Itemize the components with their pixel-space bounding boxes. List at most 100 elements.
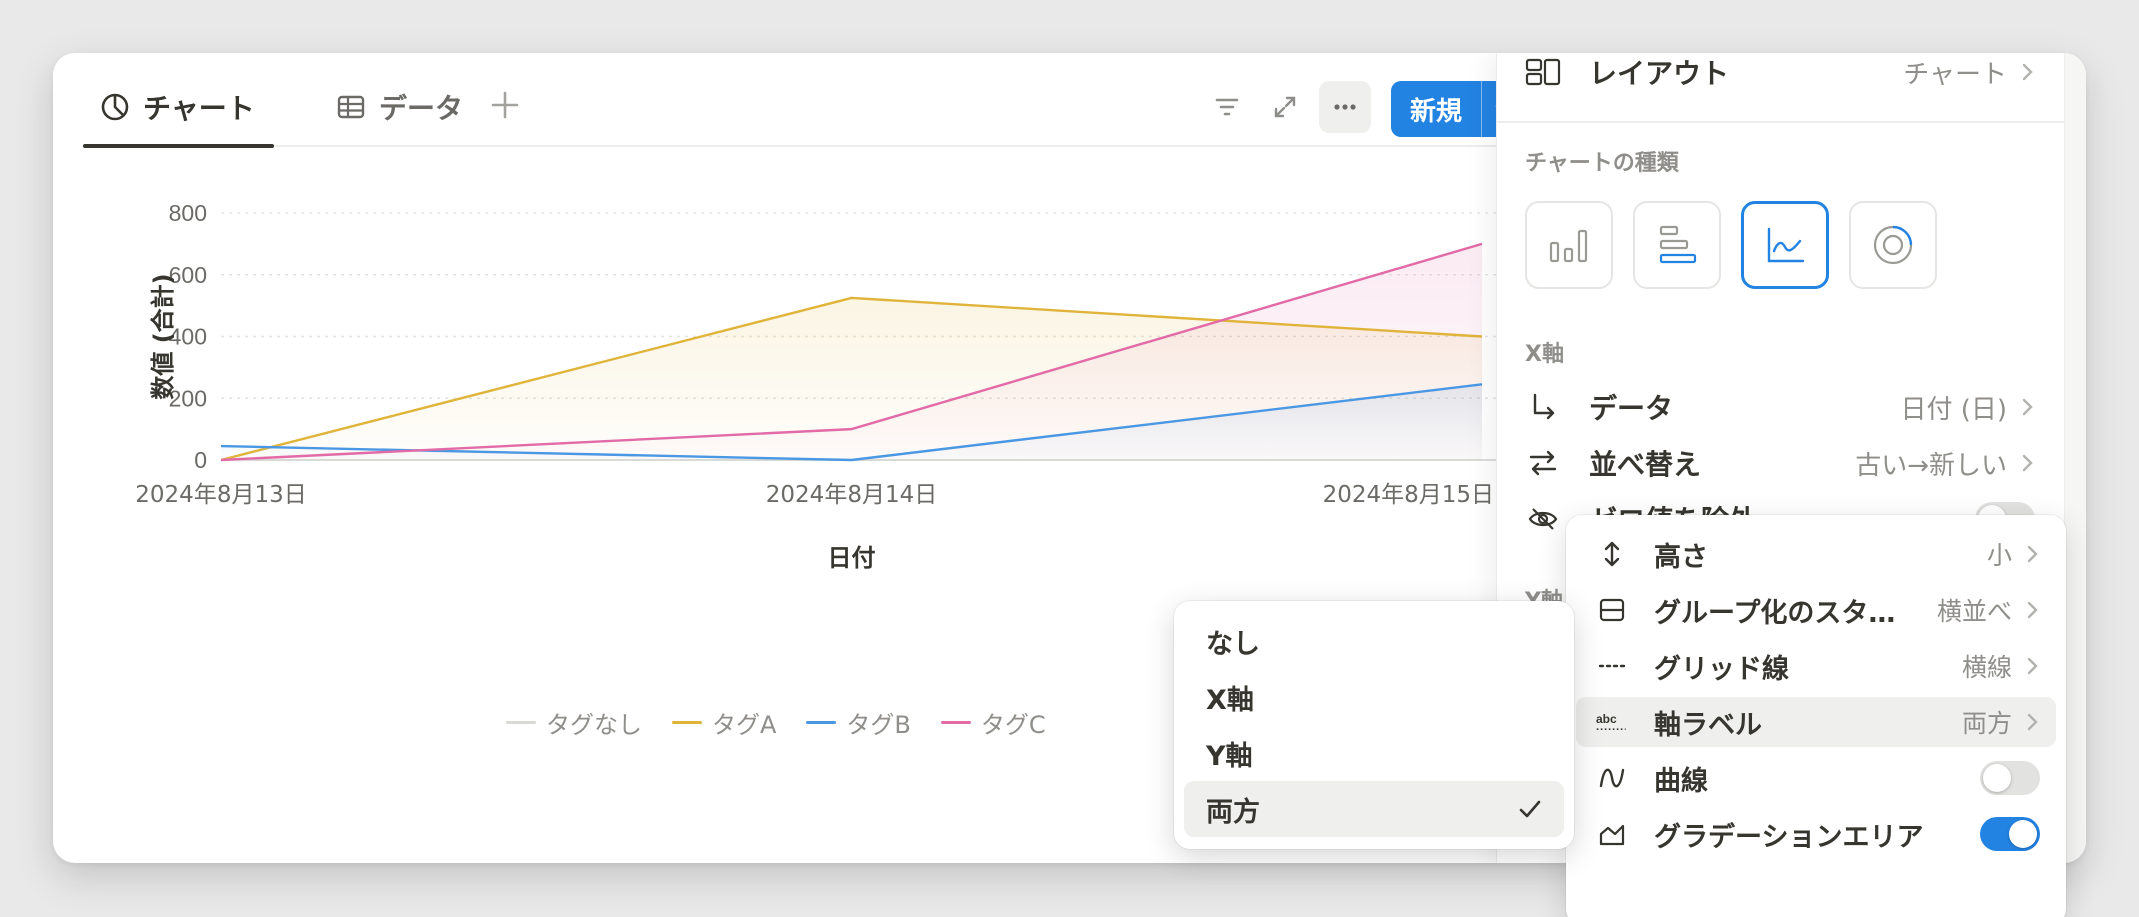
chevron-right-icon <box>2027 713 2038 731</box>
x-tick-label: 2024年8月13日 <box>135 482 306 508</box>
axis-label-none-text: なし <box>1206 628 1260 660</box>
tab-chart[interactable]: チャート <box>99 79 255 135</box>
legend-swatch <box>940 721 971 724</box>
sort-icon <box>1525 445 1561 481</box>
axis-label-y-option[interactable]: Y軸 <box>1184 725 1564 781</box>
legend-label: タグなし <box>546 711 642 739</box>
layout-label: レイアウト <box>1589 57 1730 90</box>
donut-chart-option[interactable] <box>1849 201 1937 289</box>
donut-chart-icon <box>1873 225 1913 265</box>
more-button[interactable] <box>1319 81 1371 133</box>
layout-row[interactable]: レイアウト チャート <box>1525 53 2035 97</box>
axis-label-x-option[interactable]: X軸 <box>1184 669 1564 725</box>
legend-item[interactable]: タグB <box>806 705 911 740</box>
curve-option-label: 曲線 <box>1654 765 1708 797</box>
axis-label-option-label: 軸ラベル <box>1654 709 1762 741</box>
legend-label: タグB <box>846 711 911 739</box>
group-style-option[interactable]: グループ化のスタ… 横並べ <box>1576 585 2056 635</box>
line-chart-icon <box>1767 227 1805 263</box>
legend-swatch <box>672 721 702 724</box>
vertical-bar-chart-option[interactable] <box>1525 201 1613 289</box>
y-tick-label: 800 <box>169 200 207 226</box>
tab-chart-label: チャート <box>143 92 255 125</box>
table-icon <box>337 95 365 119</box>
chevron-right-icon <box>2022 398 2033 416</box>
gradient-area-option[interactable]: グラデーションエリア <box>1576 809 2056 859</box>
height-option-value: 小 <box>1986 541 2012 570</box>
expand-button[interactable] <box>1259 81 1311 133</box>
curve-icon <box>1596 762 1628 794</box>
line-chart-option[interactable] <box>1741 201 1829 289</box>
axis-label-y-text: Y軸 <box>1206 740 1253 772</box>
chevron-right-icon <box>2027 545 2038 563</box>
chevron-right-icon <box>2022 454 2033 472</box>
chart-legend: タグなし タグA タグB タグC <box>506 705 1046 740</box>
height-option[interactable]: 高さ 小 <box>1576 529 2056 579</box>
height-option-label: 高さ <box>1654 541 1708 573</box>
legend-item[interactable]: タグC <box>940 705 1046 740</box>
curve-option[interactable]: 曲線 <box>1576 753 2056 803</box>
chevron-right-icon <box>2022 63 2033 81</box>
svg-text:abc: abc <box>1596 712 1617 726</box>
x-tick-label: 2024年8月15日 <box>1323 482 1494 508</box>
axis-label-both-option[interactable]: 両方 <box>1184 781 1564 837</box>
x-axis-sort-row[interactable]: 並べ替え 古い→新しい <box>1525 438 2035 488</box>
gradient-area-option-label: グラデーションエリア <box>1654 821 1924 853</box>
chevron-right-icon <box>2027 601 2038 619</box>
chart-options-menu: 高さ 小 グループ化のスタ… 横並べ グリッド線 横線 abc 軸ラベル 両方 … <box>1566 515 2066 917</box>
layout-icon <box>1525 54 1561 90</box>
chevron-right-icon <box>2027 657 2038 675</box>
y-axis-title: 数値 (合計) <box>149 273 177 399</box>
horizontal-bar-chart-icon <box>1659 225 1697 264</box>
filter-icon <box>1215 98 1239 116</box>
legend-label: タグA <box>712 711 777 739</box>
x-axis-title: 日付 <box>828 544 876 572</box>
y-tick-label: 0 <box>194 447 207 473</box>
axis-label-x-text: X軸 <box>1206 684 1254 716</box>
filter-button[interactable] <box>1201 81 1253 133</box>
x-axis-data-value: 日付 (日) <box>1900 394 2007 425</box>
x-axis-sort-label: 並べ替え <box>1589 448 1702 481</box>
plus-icon[interactable] <box>487 87 523 123</box>
panel-scrollbar[interactable] <box>2064 53 2086 863</box>
grid-lines-option-value: 横線 <box>1961 653 2012 682</box>
gradient-area-icon <box>1596 818 1628 850</box>
axis-label-icon: abc <box>1596 706 1628 738</box>
axis-label-option-value: 両方 <box>1961 709 2012 738</box>
x-axis-sort-value: 古い→新しい <box>1855 450 2007 481</box>
eye-off-icon <box>1525 501 1561 537</box>
curve-toggle[interactable] <box>1980 761 2040 795</box>
legend-label: タグC <box>980 711 1046 739</box>
height-icon <box>1596 538 1628 570</box>
axis-arrow-icon <box>1525 389 1561 425</box>
grid-lines-icon <box>1596 650 1628 682</box>
gradient-area-toggle[interactable] <box>1980 817 2040 851</box>
group-style-option-label: グループ化のスタ… <box>1654 597 1896 629</box>
axis-label-both-text: 両方 <box>1206 796 1260 828</box>
x-tick-label: 2024年8月14日 <box>766 482 937 508</box>
group-style-option-value: 横並べ <box>1936 597 2012 626</box>
new-button-label: 新規 <box>1409 96 1462 127</box>
x-axis-data-label: データ <box>1589 392 1674 425</box>
tab-data[interactable]: データ <box>335 79 463 135</box>
axis-label-option[interactable]: abc 軸ラベル 両方 <box>1576 697 2056 747</box>
group-style-icon <box>1596 594 1628 626</box>
tab-data-label: データ <box>379 92 464 125</box>
expand-icon <box>1274 96 1296 118</box>
legend-swatch <box>506 721 536 724</box>
chart-type-label: チャートの種類 <box>1525 151 1679 176</box>
view-tab-bar: チャート データ 新規 <box>83 53 1553 148</box>
axis-label-none-option[interactable]: なし <box>1184 613 1564 669</box>
checkmark-icon <box>1519 800 1541 818</box>
grid-lines-option-label: グリッド線 <box>1654 653 1789 685</box>
vertical-bar-chart-icon <box>1549 229 1588 263</box>
x-axis-data-row[interactable]: データ 日付 (日) <box>1525 382 2035 432</box>
axis-label-dropdown: なし X軸 Y軸 両方 <box>1174 601 1574 849</box>
x-axis-section-label: X軸 <box>1525 342 1564 367</box>
more-icon <box>1334 104 1356 110</box>
legend-swatch <box>806 721 837 724</box>
legend-item[interactable]: タグA <box>672 705 776 740</box>
legend-item[interactable]: タグなし <box>506 705 642 740</box>
horizontal-bar-chart-option[interactable] <box>1633 201 1721 289</box>
grid-lines-option[interactable]: グリッド線 横線 <box>1576 641 2056 691</box>
